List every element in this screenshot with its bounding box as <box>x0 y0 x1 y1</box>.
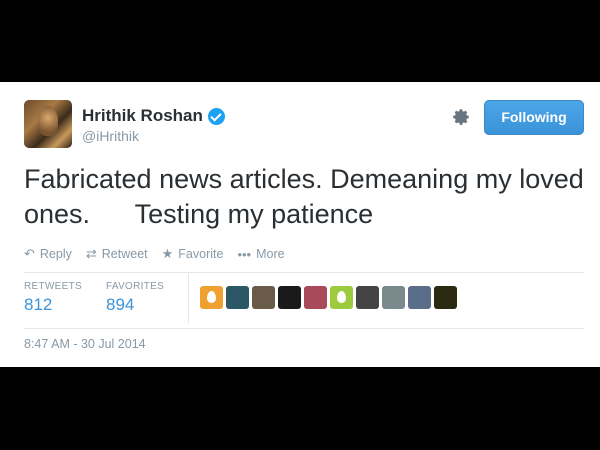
tweet-timestamp[interactable]: 8:47 AM - 30 Jul 2014 <box>24 337 146 351</box>
verified-badge-icon <box>207 107 225 125</box>
favoriter-avatar[interactable] <box>226 286 249 309</box>
favoriter-avatar[interactable] <box>382 286 405 309</box>
tweet-actions: ↶ Reply ⇄ Retweet ★ Favorite ••• More <box>24 246 285 262</box>
retweets-count: 812 <box>24 295 53 314</box>
tweet-stats: RETWEETS 812 FAVORITES 894 <box>24 281 188 315</box>
author-name-row[interactable]: Hrithik Roshan <box>82 106 225 126</box>
favoriter-avatar[interactable] <box>434 286 457 309</box>
divider <box>24 272 584 273</box>
favorite-action[interactable]: ★ Favorite <box>162 246 224 262</box>
reply-action[interactable]: ↶ Reply <box>24 246 72 262</box>
favoriter-avatars <box>200 286 457 309</box>
retweet-action[interactable]: ⇄ Retweet <box>86 246 148 262</box>
gear-icon[interactable] <box>452 108 472 128</box>
favorites-stat[interactable]: FAVORITES 894 <box>106 281 188 315</box>
favorites-label: FAVORITES <box>106 281 165 292</box>
more-label: More <box>256 247 285 261</box>
favoriter-avatar[interactable] <box>278 286 301 309</box>
favoriter-avatar[interactable] <box>408 286 431 309</box>
tweet-card: Hrithik Roshan @iHrithik Following Fabri… <box>0 82 600 367</box>
author-avatar[interactable] <box>24 100 72 148</box>
retweet-icon: ⇄ <box>85 246 97 261</box>
divider <box>24 328 584 329</box>
more-action[interactable]: ••• More <box>237 247 284 262</box>
stats-separator <box>188 274 189 324</box>
author-handle[interactable]: @iHrithik <box>82 128 139 144</box>
favoriter-avatar[interactable] <box>330 286 353 309</box>
author-name[interactable]: Hrithik Roshan <box>82 106 203 126</box>
retweets-stat[interactable]: RETWEETS 812 <box>24 281 106 315</box>
reply-icon: ↶ <box>24 246 35 261</box>
favoriter-avatar[interactable] <box>304 286 327 309</box>
retweets-label: RETWEETS <box>24 281 82 292</box>
favorite-label: Favorite <box>178 247 224 261</box>
favoriter-avatar[interactable] <box>356 286 379 309</box>
following-button[interactable]: Following <box>484 100 584 135</box>
favoriter-avatar[interactable] <box>200 286 223 309</box>
tweet-text: Fabricated news articles. Demeaning my l… <box>24 164 592 229</box>
favorites-count: 894 <box>106 295 135 314</box>
more-icon: ••• <box>237 246 252 262</box>
reply-label: Reply <box>39 247 72 261</box>
favoriter-avatar[interactable] <box>252 286 275 309</box>
star-icon: ★ <box>161 246 174 261</box>
retweet-label: Retweet <box>101 247 148 261</box>
